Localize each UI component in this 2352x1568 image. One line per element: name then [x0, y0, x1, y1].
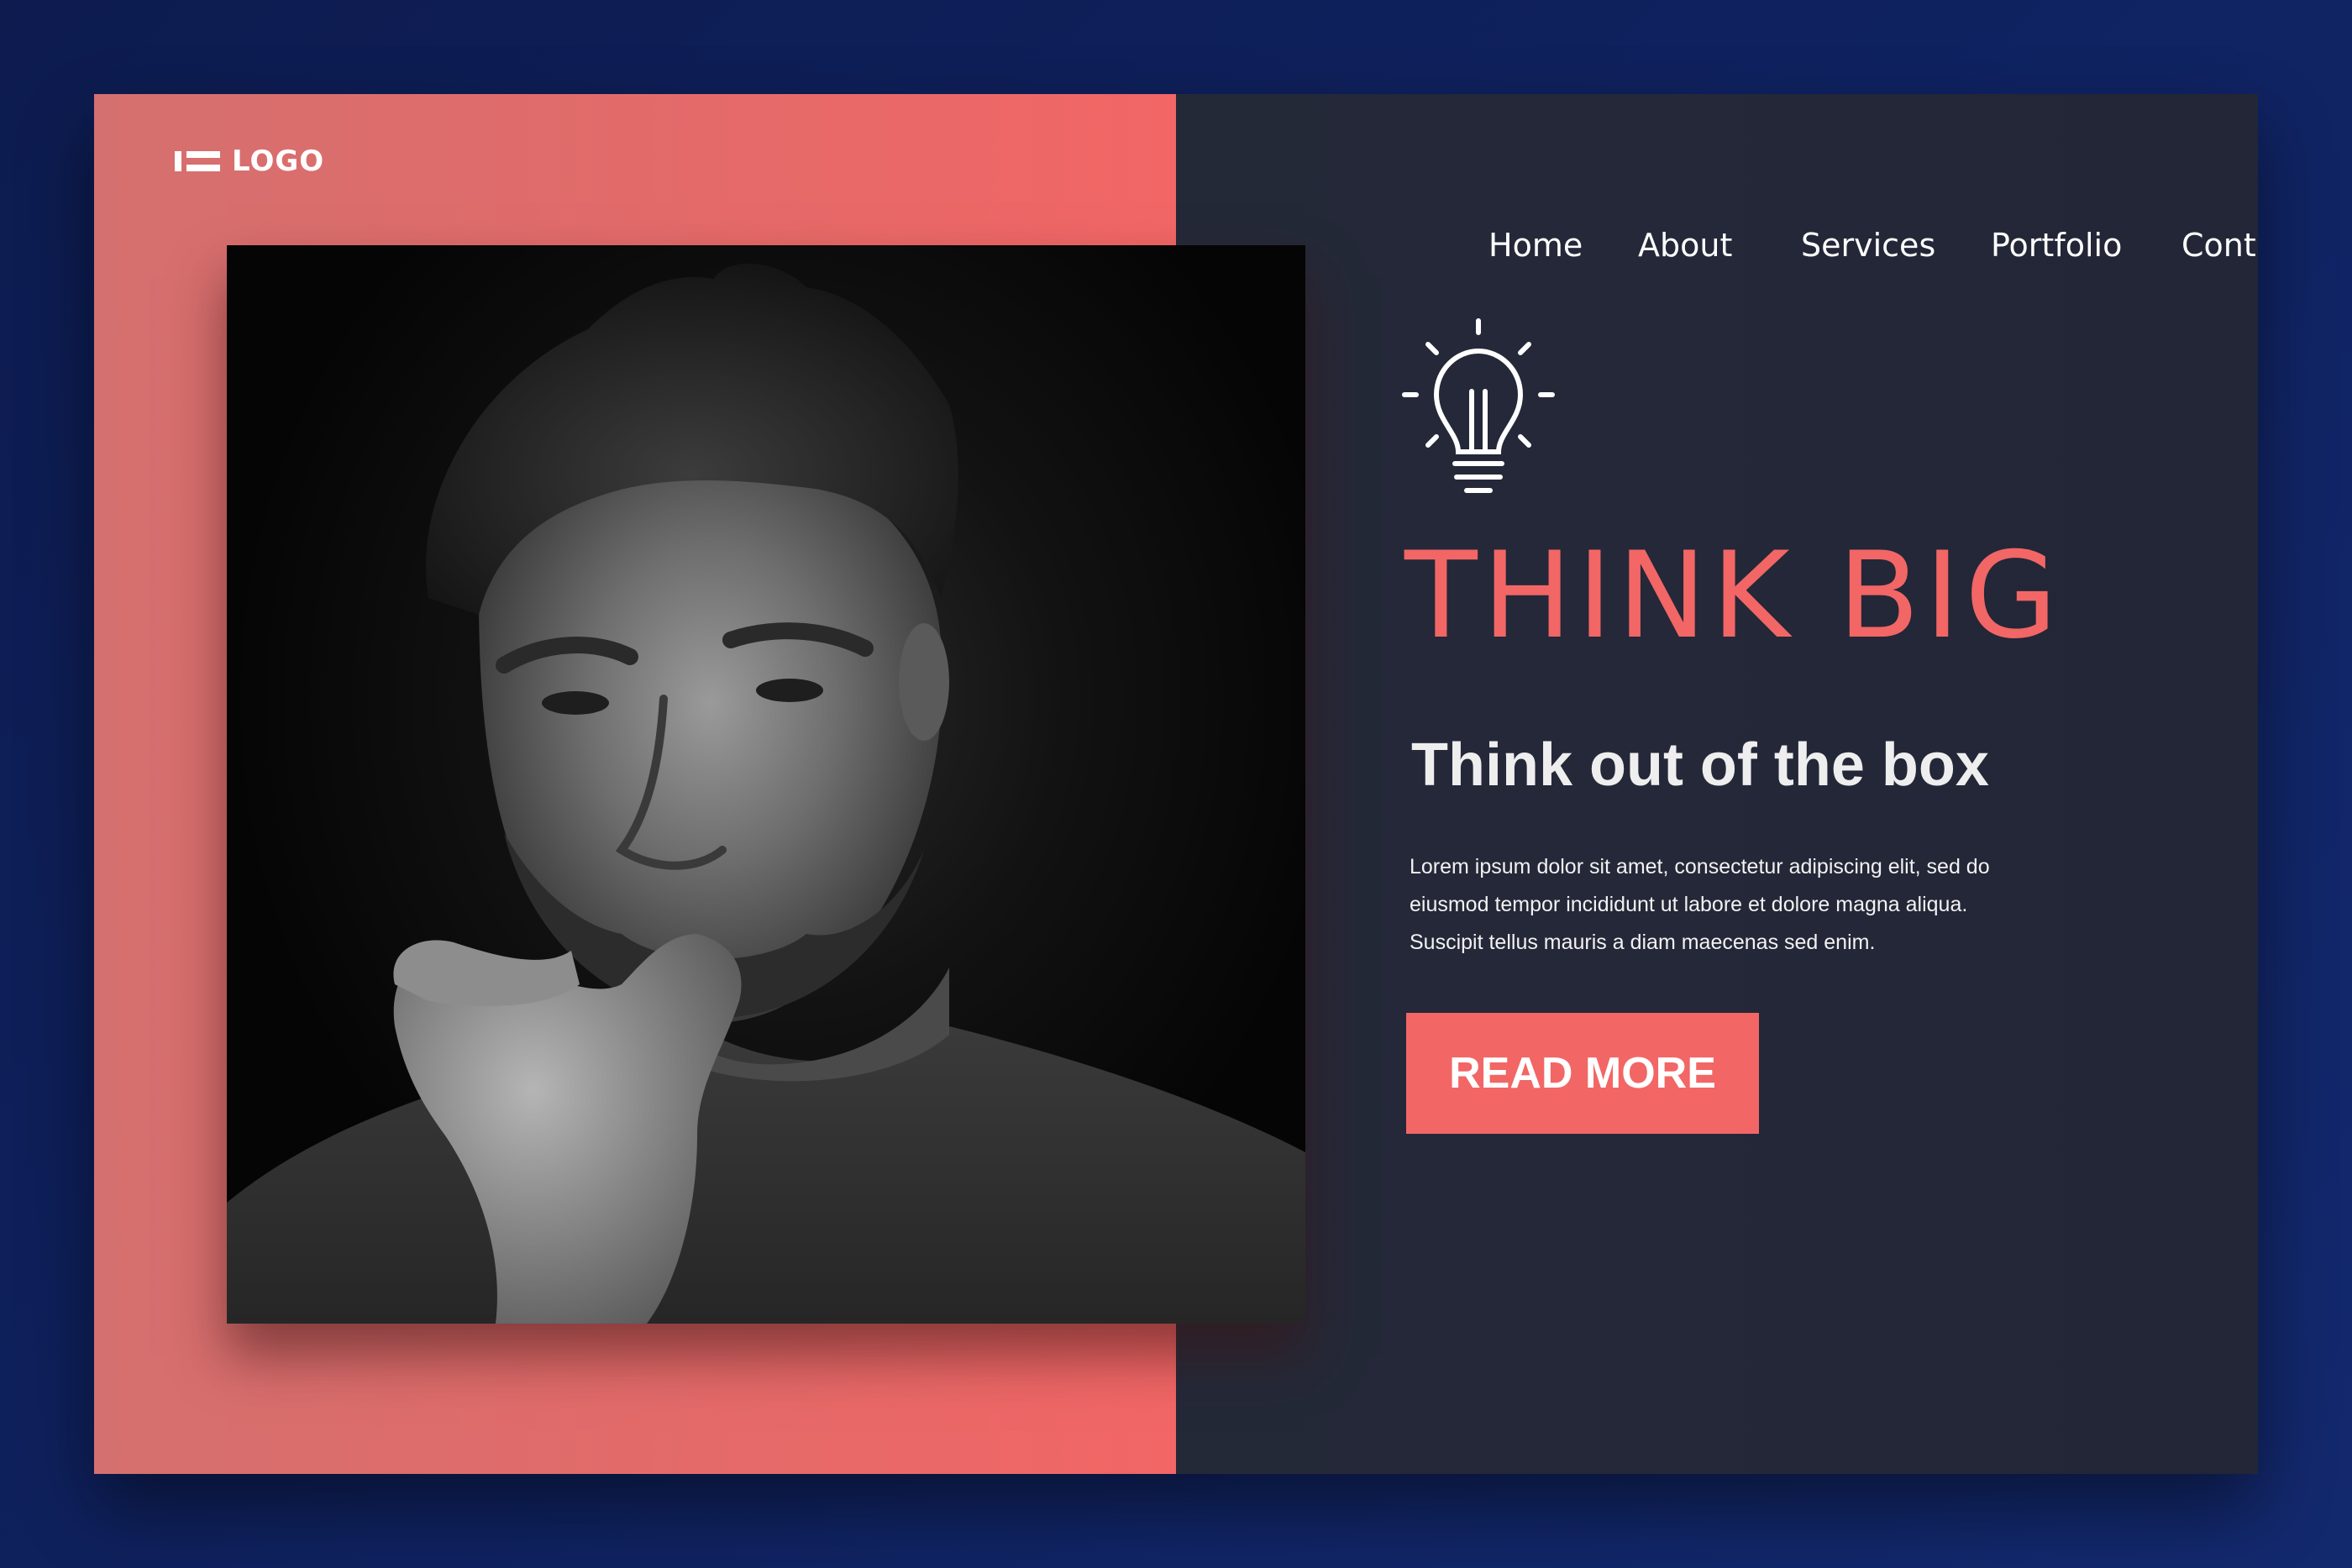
logo-icon: [175, 151, 220, 171]
nav-item-about[interactable]: About: [1638, 220, 1732, 270]
portrait-photo: [227, 245, 1305, 1324]
lightbulb-icon: [1394, 316, 1562, 501]
hero-headline: THINK BIG: [1404, 527, 2063, 665]
logo[interactable]: LOGO: [175, 136, 324, 186]
nav-item-portfolio[interactable]: Portfolio: [1991, 220, 2122, 270]
nav-item-contact[interactable]: Contact: [2181, 220, 2258, 270]
hero-subheadline: Think out of the box: [1411, 732, 1989, 799]
read-more-button[interactable]: READ MORE: [1406, 1013, 1759, 1134]
nav-item-home[interactable]: Home: [1488, 220, 1583, 270]
nav-item-services[interactable]: Services: [1801, 220, 1935, 270]
main-nav: Home About Services Portfolio Contact: [1488, 220, 2258, 270]
logo-text: LOGO: [232, 144, 325, 178]
hero-body-text: Lorem ipsum dolor sit amet, consectetur …: [1410, 855, 1990, 954]
portrait-illustration: [227, 263, 1305, 1324]
